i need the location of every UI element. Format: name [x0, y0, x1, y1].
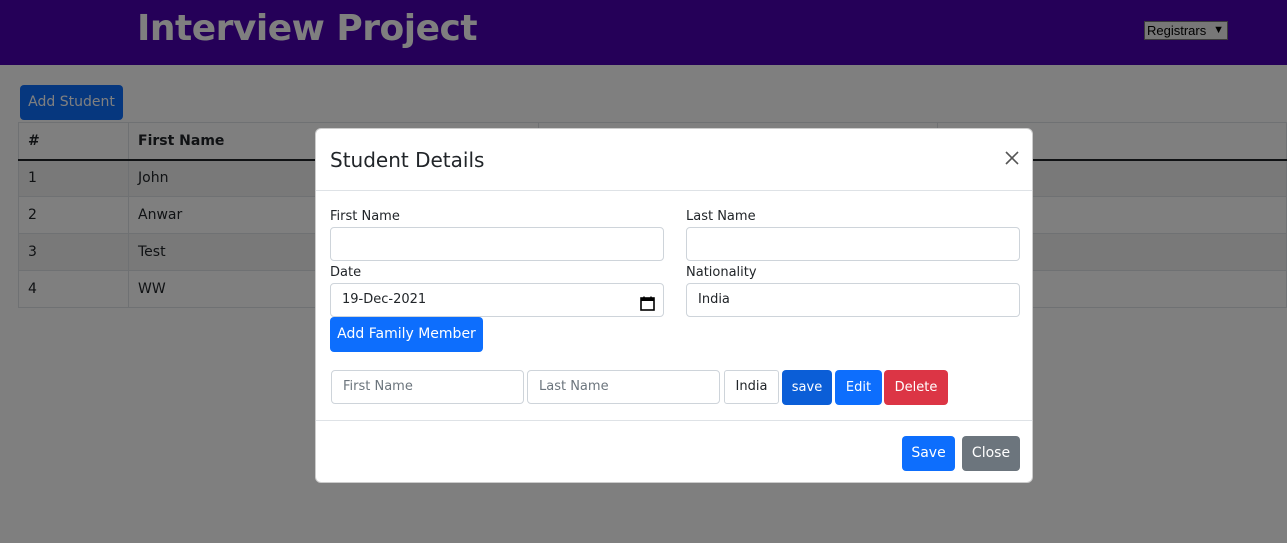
modal-footer-divider	[316, 420, 1032, 421]
last-name-label: Last Name	[686, 209, 756, 224]
save-button[interactable]: Save	[902, 436, 955, 471]
family-nationality-value[interactable]: India	[724, 370, 779, 404]
student-details-modal: Student Details First Name Last Name Dat…	[315, 128, 1033, 483]
date-input[interactable]: 19-Dec-2021	[330, 283, 664, 317]
add-family-member-button[interactable]: Add Family Member	[330, 317, 483, 352]
family-delete-button[interactable]: Delete	[884, 370, 948, 405]
first-name-input[interactable]	[330, 227, 664, 261]
close-icon[interactable]	[1002, 148, 1022, 168]
calendar-icon[interactable]	[640, 292, 655, 311]
family-edit-button[interactable]: Edit	[835, 370, 882, 405]
modal-title: Student Details	[330, 148, 485, 172]
nationality-input[interactable]: India	[686, 283, 1020, 317]
last-name-input[interactable]	[686, 227, 1020, 261]
family-first-name-input[interactable]: First Name	[331, 370, 524, 404]
modal-header: Student Details	[316, 129, 1032, 191]
family-save-button[interactable]: save	[782, 370, 832, 405]
close-button[interactable]: Close	[962, 436, 1020, 471]
family-last-name-input[interactable]: Last Name	[527, 370, 720, 404]
date-label: Date	[330, 265, 362, 280]
nationality-label: Nationality	[686, 265, 757, 280]
first-name-label: First Name	[330, 209, 400, 224]
date-value: 19-Dec-2021	[342, 292, 427, 307]
